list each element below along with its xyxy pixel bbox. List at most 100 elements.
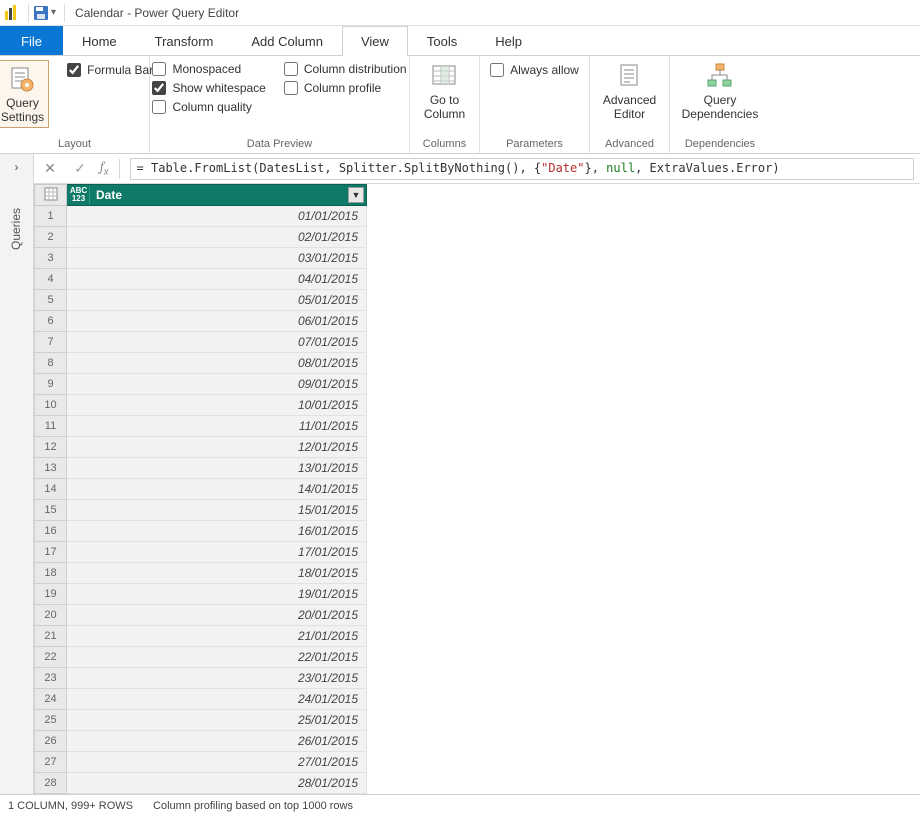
row-number[interactable]: 8 (35, 353, 67, 374)
cell-date[interactable]: 16/01/2015 (67, 521, 367, 542)
row-number[interactable]: 22 (35, 647, 67, 668)
tab-file[interactable]: File (0, 26, 63, 55)
row-number[interactable]: 28 (35, 773, 67, 794)
cell-date[interactable]: 20/01/2015 (67, 605, 367, 626)
formula-input[interactable]: = Table.FromList(DatesList, Splitter.Spl… (130, 158, 914, 180)
row-number[interactable]: 14 (35, 479, 67, 500)
table-row[interactable]: 1515/01/2015 (35, 500, 367, 521)
table-row[interactable]: 2121/01/2015 (35, 626, 367, 647)
cell-date[interactable]: 24/01/2015 (67, 689, 367, 710)
cell-date[interactable]: 22/01/2015 (67, 647, 367, 668)
tab-transform[interactable]: Transform (136, 26, 233, 55)
table-row[interactable]: 505/01/2015 (35, 290, 367, 311)
cell-date[interactable]: 13/01/2015 (67, 458, 367, 479)
cell-date[interactable]: 17/01/2015 (67, 542, 367, 563)
table-row[interactable]: 1010/01/2015 (35, 395, 367, 416)
table-row[interactable]: 707/01/2015 (35, 332, 367, 353)
row-number[interactable]: 4 (35, 269, 67, 290)
table-row[interactable]: 808/01/2015 (35, 353, 367, 374)
cell-date[interactable]: 11/01/2015 (67, 416, 367, 437)
cell-date[interactable]: 09/01/2015 (67, 374, 367, 395)
query-settings-button[interactable]: Query Settings (0, 60, 49, 128)
column-distribution-checkbox[interactable]: Column distribution (284, 62, 407, 76)
table-row[interactable]: 1111/01/2015 (35, 416, 367, 437)
row-number[interactable]: 10 (35, 395, 67, 416)
row-number[interactable]: 2 (35, 227, 67, 248)
always-allow-checkbox[interactable]: Always allow (490, 63, 579, 77)
row-number[interactable]: 13 (35, 458, 67, 479)
column-filter-dropdown[interactable]: ▼ (348, 187, 364, 203)
table-row[interactable]: 1212/01/2015 (35, 437, 367, 458)
table-row[interactable]: 909/01/2015 (35, 374, 367, 395)
row-number[interactable]: 24 (35, 689, 67, 710)
table-row[interactable]: 2222/01/2015 (35, 647, 367, 668)
cell-date[interactable]: 01/01/2015 (67, 206, 367, 227)
table-row[interactable]: 2424/01/2015 (35, 689, 367, 710)
row-number[interactable]: 17 (35, 542, 67, 563)
row-number[interactable]: 21 (35, 626, 67, 647)
tab-help[interactable]: Help (476, 26, 541, 55)
cell-date[interactable]: 14/01/2015 (67, 479, 367, 500)
advanced-editor-button[interactable]: Advanced Editor (603, 60, 656, 122)
cell-date[interactable]: 23/01/2015 (67, 668, 367, 689)
cell-date[interactable]: 28/01/2015 (67, 773, 367, 794)
tab-add-column[interactable]: Add Column (232, 26, 342, 55)
table-row[interactable]: 1717/01/2015 (35, 542, 367, 563)
table-row[interactable]: 2020/01/2015 (35, 605, 367, 626)
cell-date[interactable]: 12/01/2015 (67, 437, 367, 458)
row-number[interactable]: 23 (35, 668, 67, 689)
row-number[interactable]: 11 (35, 416, 67, 437)
cell-date[interactable]: 06/01/2015 (67, 311, 367, 332)
row-number[interactable]: 25 (35, 710, 67, 731)
table-row[interactable]: 2727/01/2015 (35, 752, 367, 773)
save-icon[interactable] (33, 5, 49, 21)
row-number[interactable]: 20 (35, 605, 67, 626)
table-row[interactable]: 1919/01/2015 (35, 584, 367, 605)
table-row[interactable]: 1616/01/2015 (35, 521, 367, 542)
table-row[interactable]: 1818/01/2015 (35, 563, 367, 584)
show-whitespace-checkbox[interactable]: Show whitespace (152, 81, 265, 95)
cell-date[interactable]: 25/01/2015 (67, 710, 367, 731)
row-number[interactable]: 3 (35, 248, 67, 269)
row-number[interactable]: 6 (35, 311, 67, 332)
qat-dropdown-icon[interactable]: ▾ (51, 7, 56, 18)
cell-date[interactable]: 15/01/2015 (67, 500, 367, 521)
table-row[interactable]: 2525/01/2015 (35, 710, 367, 731)
datatype-icon[interactable]: ABC 123 (68, 186, 90, 204)
row-number[interactable]: 15 (35, 500, 67, 521)
tab-view[interactable]: View (342, 26, 408, 56)
row-number[interactable]: 26 (35, 731, 67, 752)
table-row[interactable]: 1414/01/2015 (35, 479, 367, 500)
column-quality-checkbox[interactable]: Column quality (152, 100, 265, 114)
table-row[interactable]: 404/01/2015 (35, 269, 367, 290)
table-row[interactable]: 2626/01/2015 (35, 731, 367, 752)
cell-date[interactable]: 07/01/2015 (67, 332, 367, 353)
cell-date[interactable]: 27/01/2015 (67, 752, 367, 773)
cell-date[interactable]: 26/01/2015 (67, 731, 367, 752)
row-number[interactable]: 1 (35, 206, 67, 227)
row-number[interactable]: 18 (35, 563, 67, 584)
cell-date[interactable]: 19/01/2015 (67, 584, 367, 605)
cell-date[interactable]: 05/01/2015 (67, 290, 367, 311)
row-number[interactable]: 7 (35, 332, 67, 353)
table-row[interactable]: 303/01/2015 (35, 248, 367, 269)
cell-date[interactable]: 08/01/2015 (67, 353, 367, 374)
queries-pane-collapsed[interactable]: › Queries (0, 154, 34, 794)
cancel-icon[interactable]: ✕ (40, 160, 60, 177)
table-row[interactable]: 606/01/2015 (35, 311, 367, 332)
table-row[interactable]: 2323/01/2015 (35, 668, 367, 689)
cell-date[interactable]: 03/01/2015 (67, 248, 367, 269)
monospaced-checkbox[interactable]: Monospaced (152, 62, 265, 76)
tab-home[interactable]: Home (63, 26, 136, 55)
cell-date[interactable]: 21/01/2015 (67, 626, 367, 647)
data-grid[interactable]: ABC 123 Date ▼ 101/01/2015202/01/2015303… (34, 184, 920, 794)
row-number[interactable]: 19 (35, 584, 67, 605)
row-number[interactable]: 9 (35, 374, 67, 395)
row-number[interactable]: 27 (35, 752, 67, 773)
cell-date[interactable]: 10/01/2015 (67, 395, 367, 416)
table-corner[interactable] (35, 185, 67, 206)
formula-bar-checkbox[interactable]: Formula Bar (67, 63, 153, 77)
cell-date[interactable]: 02/01/2015 (67, 227, 367, 248)
go-to-column-button[interactable]: Go to Column (424, 60, 465, 122)
fx-icon[interactable]: fx (100, 160, 109, 178)
